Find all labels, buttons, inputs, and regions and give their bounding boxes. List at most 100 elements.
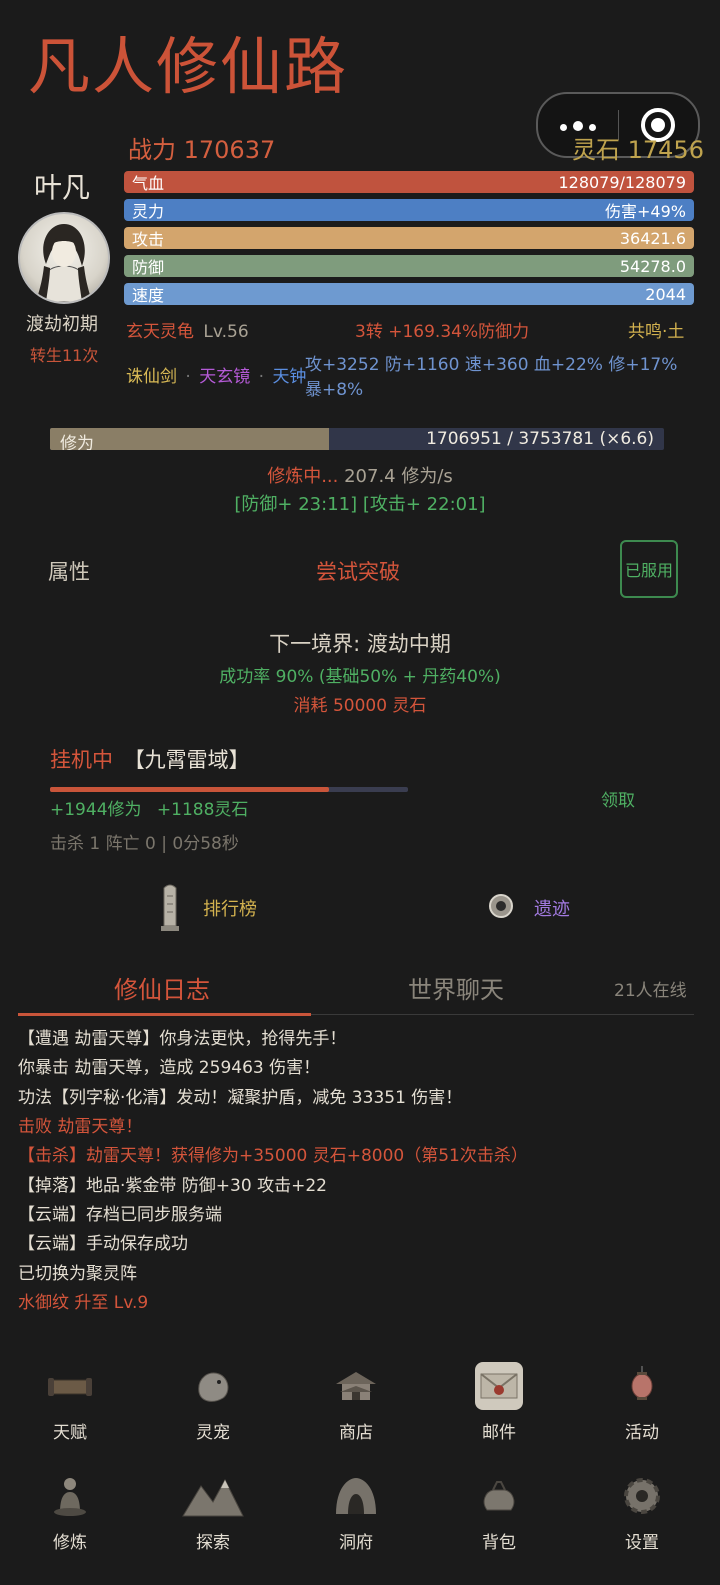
log-text: 功法【列字秘·化清】发动！凝聚护盾，减免 33351 伤害！ xyxy=(18,1088,463,1108)
claim-button[interactable]: 领取 xyxy=(601,786,635,811)
stat-value: 36421.6 xyxy=(619,228,686,248)
nav-label: 天赋 xyxy=(53,1423,87,1443)
pet-resonance: 共鸣·土 xyxy=(628,322,685,342)
mail-icon xyxy=(475,1362,523,1410)
online-count: 21人在线 xyxy=(614,981,687,1001)
idle-gain-cultivation: +1944修为 xyxy=(50,800,142,820)
tab-cultivation-log[interactable]: 修仙日志 xyxy=(114,970,210,1005)
nav-settings[interactable]: 设置 xyxy=(592,1472,692,1553)
combat-power: 战力 170637 xyxy=(128,136,276,164)
idle-gain-stone: +1188灵石 xyxy=(156,800,249,820)
idle-location: 【九霄雷域】 xyxy=(123,748,250,772)
app-title: 凡人修仙路 xyxy=(28,30,349,103)
log-text: 【击杀】劫雷天尊！获得修为+35000 灵石+8000（第51次击杀） xyxy=(18,1146,528,1166)
ruins-button[interactable]: 遗迹 xyxy=(534,895,570,921)
breakthrough-cost: 消耗 50000 灵石 xyxy=(293,696,427,716)
log-line: 【击杀】劫雷天尊！获得修为+35000 灵石+8000（第51次击杀） xyxy=(18,1141,528,1166)
cultivating-label: 修炼中... xyxy=(267,466,339,487)
artifact-1: 诛仙剑 xyxy=(126,367,177,387)
tab-world-chat[interactable]: 世界聊天 xyxy=(408,970,504,1005)
log-text: 【遭遇 劫雷天尊】你身法更快，抢得先手！ xyxy=(18,1029,347,1049)
nav-label: 活动 xyxy=(625,1423,659,1443)
spirit-stone-count: 灵石 17456 xyxy=(572,136,704,164)
cultivation-label: 修为 xyxy=(60,434,94,450)
log-line: 【云端】手动保存成功 xyxy=(18,1229,188,1254)
try-breakthrough-button[interactable]: 尝试突破 xyxy=(316,556,400,586)
log-text: 【掉落】地品·紫金带 防御+30 攻击+22 xyxy=(18,1176,327,1196)
buff-timers: [防御+ 23:11] [攻击+ 22:01] xyxy=(234,494,486,515)
stat-value: 伤害+49% xyxy=(605,202,686,221)
artifact-3: 天钟 xyxy=(272,367,307,387)
idle-gains: +1944修为 +1188灵石 xyxy=(50,795,248,820)
log-line: 功法【列字秘·化清】发动！凝聚护盾，减免 33351 伤害！ xyxy=(18,1083,462,1108)
nav-event[interactable]: 活动 xyxy=(592,1362,692,1443)
idle-header: 挂机中 【九霄雷域】 xyxy=(50,744,250,774)
cultivation-rate: 207.4 修为/s xyxy=(338,466,453,487)
nav-label: 灵宠 xyxy=(196,1423,230,1443)
nav-talent[interactable]: 天赋 xyxy=(20,1362,120,1443)
nav-label: 设置 xyxy=(625,1533,659,1553)
character-name: 叶凡 xyxy=(34,171,91,204)
stat-label: 灵力 xyxy=(132,202,165,221)
idle-stats: 击杀 1 阵亡 0 | 0分58秒 xyxy=(50,834,239,854)
cave-icon xyxy=(332,1472,380,1520)
nav-label: 修炼 xyxy=(53,1533,87,1553)
nav-label: 洞府 xyxy=(339,1533,373,1553)
ranking-icon[interactable] xyxy=(158,882,182,932)
log-text: 水御纹 升至 Lv.9 xyxy=(18,1293,149,1313)
success-rate: 成功率 90% (基础50% + 丹药40%) xyxy=(219,667,501,687)
log-line: 已切换为聚灵阵 xyxy=(18,1259,137,1284)
tab-attributes[interactable]: 属性 xyxy=(48,556,90,586)
idle-status: 挂机中 xyxy=(50,748,113,772)
ranking-button[interactable]: 排行榜 xyxy=(203,895,257,921)
log-line: 【遭遇 劫雷天尊】你身法更快，抢得先手！ xyxy=(18,1024,346,1049)
idle-progress-bar xyxy=(50,787,408,792)
stat-label: 攻击 xyxy=(132,230,165,249)
tab-active-indicator xyxy=(18,1013,311,1016)
nav-row-1: 天赋 灵宠 商店 邮件 活动 xyxy=(20,1362,692,1443)
log-text: 已切换为聚灵阵 xyxy=(18,1264,137,1284)
nav-pet[interactable]: 灵宠 xyxy=(163,1362,263,1443)
log-line: 你暴击 劫雷天尊，造成 259463 伤害！ xyxy=(18,1053,320,1078)
nav-cultivate[interactable]: 修炼 xyxy=(20,1472,120,1553)
nav-label: 邮件 xyxy=(482,1423,516,1443)
stat-label: 防御 xyxy=(132,258,165,277)
bag-icon xyxy=(475,1472,523,1520)
nav-mail[interactable]: 邮件 xyxy=(449,1362,549,1443)
nav-label: 商店 xyxy=(339,1423,373,1443)
stat-value: 2044 xyxy=(645,284,686,304)
stat-bar-spirit: 灵力 伤害+49% xyxy=(124,199,694,221)
log-text: 击败 劫雷天尊！ xyxy=(18,1117,143,1137)
avatar[interactable] xyxy=(18,212,110,304)
idle-progress-fill xyxy=(50,787,330,792)
log-text: 【云端】存档已同步服务端 xyxy=(18,1205,222,1225)
artifact-bonus-line-2: 暴+8% xyxy=(305,380,364,400)
nav-cave[interactable]: 洞府 xyxy=(306,1472,406,1553)
stat-label: 气血 xyxy=(132,174,165,193)
pill-consumed-button[interactable]: 已服用 xyxy=(620,540,678,598)
nav-label: 探索 xyxy=(196,1533,230,1553)
stat-bar-attack: 攻击 36421.6 xyxy=(124,227,694,249)
cultivation-value: 1706951 / 3753781 (×6.6) xyxy=(426,429,654,449)
pet-turn: 3转 +169.34%防御力 xyxy=(355,322,530,342)
nav-bag[interactable]: 背包 xyxy=(449,1472,549,1553)
separator: · xyxy=(185,367,191,387)
meditation-icon xyxy=(46,1472,94,1520)
mountain-icon xyxy=(181,1472,245,1520)
artifact-list[interactable]: 诛仙剑 · 天玄镜 · 天钟 xyxy=(126,362,306,387)
log-text: 【云端】手动保存成功 xyxy=(18,1234,188,1254)
stat-value: 54278.0 xyxy=(619,256,686,276)
ruins-icon[interactable] xyxy=(488,893,514,919)
pet-info[interactable]: 玄天灵龟 Lv.56 xyxy=(126,317,249,342)
pet-name: 玄天灵龟 xyxy=(126,322,194,342)
nav-shop[interactable]: 商店 xyxy=(306,1362,406,1443)
stat-bar-defense: 防御 54278.0 xyxy=(124,255,694,277)
realm-label: 渡劫初期 xyxy=(26,314,98,335)
nav-explore[interactable]: 探索 xyxy=(163,1472,263,1553)
stat-bar-speed: 速度 2044 xyxy=(124,283,694,305)
log-line: 【掉落】地品·紫金带 防御+30 攻击+22 xyxy=(18,1171,327,1196)
log-line: 【云端】存档已同步服务端 xyxy=(18,1200,222,1225)
artifact-2: 天玄镜 xyxy=(199,367,251,387)
artifact-bonus-line-1: 攻+3252 防+1160 速+360 血+22% 修+17% xyxy=(305,355,678,375)
cultivation-status: 修炼中... 207.4 修为/s xyxy=(0,462,720,488)
